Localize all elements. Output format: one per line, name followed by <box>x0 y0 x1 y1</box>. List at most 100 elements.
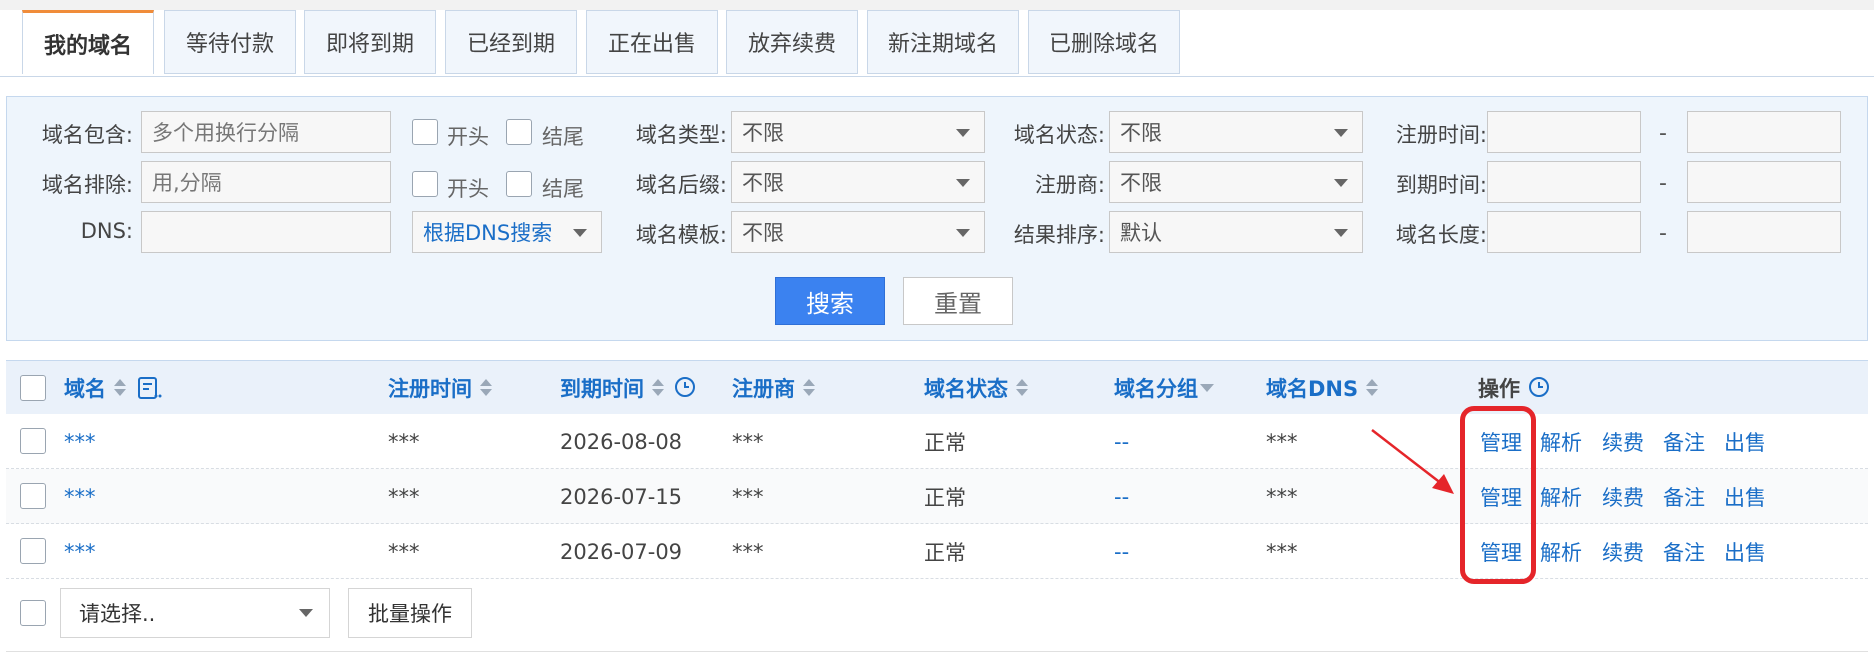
registrar-cell: *** <box>732 484 764 509</box>
batch-action-select[interactable]: 请选择.. <box>60 588 330 638</box>
starts-with-label-2: 开头 <box>447 177 489 201</box>
exp-time-start-input[interactable] <box>1487 161 1641 203</box>
length-min-input[interactable] <box>1487 211 1641 253</box>
dns-resolve-link[interactable]: 解析 <box>1540 469 1582 524</box>
remark-link[interactable]: 备注 <box>1663 524 1705 579</box>
exp-time-label: 到期时间: <box>1395 173 1487 197</box>
batch-bar: 请选择.. 批量操作 <box>6 578 1868 652</box>
length-max-input[interactable] <box>1687 211 1841 253</box>
tab-pending-payment[interactable]: 等待付款 <box>164 10 296 74</box>
reg-time-cell: *** <box>388 539 420 564</box>
status-label: 域名状态: <box>1013 123 1105 147</box>
reg-time-cell: *** <box>388 429 420 454</box>
column-group[interactable]: 域名分组 <box>1114 361 1214 415</box>
status-cell: 正常 <box>924 540 966 565</box>
reg-time-end-input[interactable] <box>1687 111 1841 153</box>
search-button[interactable]: 搜索 <box>775 277 885 325</box>
chevron-down-icon <box>1334 179 1348 187</box>
column-exp-time[interactable]: 到期时间 <box>560 361 698 415</box>
renew-link[interactable]: 续费 <box>1602 524 1644 579</box>
sell-link[interactable]: 出售 <box>1724 524 1766 579</box>
starts-with-checkbox-2[interactable] <box>412 171 438 197</box>
select-all-checkbox[interactable] <box>20 375 46 401</box>
renew-link[interactable]: 续费 <box>1602 414 1644 469</box>
footer-select-all-checkbox[interactable] <box>20 600 46 626</box>
range-separator: - <box>1659 171 1667 196</box>
domain-name-link[interactable]: *** <box>64 524 96 579</box>
dns-resolve-link[interactable]: 解析 <box>1540 524 1582 579</box>
sort-icon <box>480 379 492 397</box>
domain-suffix-value: 不限 <box>742 171 784 195</box>
remark-link[interactable]: 备注 <box>1663 469 1705 524</box>
range-separator: - <box>1659 121 1667 146</box>
registrar-label: 注册商: <box>1034 173 1105 197</box>
domain-type-select[interactable]: 不限 <box>731 111 985 153</box>
group-cell[interactable]: -- <box>1114 524 1129 579</box>
edit-note-icon[interactable] <box>136 375 162 401</box>
tab-for-sale[interactable]: 正在出售 <box>586 10 718 74</box>
exp-time-cell: 2026-07-15 <box>560 484 683 509</box>
dns-input[interactable] <box>141 211 391 253</box>
group-cell[interactable]: -- <box>1114 469 1129 524</box>
annotation-arrow-icon <box>1371 429 1454 494</box>
ends-with-checkbox-2[interactable] <box>506 171 532 197</box>
sell-link[interactable]: 出售 <box>1724 414 1766 469</box>
sort-select[interactable]: 默认 <box>1109 211 1363 253</box>
tab-expired[interactable]: 已经到期 <box>445 10 577 74</box>
registrar-select[interactable]: 不限 <box>1109 161 1363 203</box>
renew-link[interactable]: 续费 <box>1602 469 1644 524</box>
batch-action-value: 请选择.. <box>79 602 156 626</box>
domain-status-select[interactable]: 不限 <box>1109 111 1363 153</box>
exclude-label: 域名排除: <box>41 173 133 197</box>
dns-search-mode-select[interactable]: 根据DNS搜索 <box>412 211 602 253</box>
row-checkbox[interactable] <box>20 483 46 509</box>
sort-label: 结果排序: <box>1013 223 1105 247</box>
domain-include-input[interactable]: 多个用换行分隔 <box>141 111 391 153</box>
top-strip <box>0 0 1874 10</box>
remark-link[interactable]: 备注 <box>1663 414 1705 469</box>
tab-my-domains[interactable]: 我的域名 <box>22 10 154 74</box>
dns-cell: *** <box>1266 539 1298 564</box>
status-cell: 正常 <box>924 430 966 455</box>
sort-icon <box>1016 379 1028 397</box>
domain-suffix-select[interactable]: 不限 <box>731 161 985 203</box>
column-reg-time[interactable]: 注册时间 <box>388 361 492 415</box>
column-domain[interactable]: 域名 <box>64 361 162 415</box>
reg-time-start-input[interactable] <box>1487 111 1641 153</box>
domain-exclude-input[interactable]: 用,分隔 <box>141 161 391 203</box>
column-status[interactable]: 域名状态 <box>924 361 1028 415</box>
registrar-cell: *** <box>732 429 764 454</box>
row-checkbox[interactable] <box>20 428 46 454</box>
chevron-down-icon <box>956 179 970 187</box>
column-dns[interactable]: 域名DNS <box>1266 361 1379 415</box>
column-registrar[interactable]: 注册商 <box>732 361 815 415</box>
status-cell: 正常 <box>924 485 966 510</box>
chevron-down-icon <box>299 609 313 617</box>
starts-with-checkbox-1[interactable] <box>412 119 438 145</box>
row-checkbox[interactable] <box>20 538 46 564</box>
tab-new-registration[interactable]: 新注期域名 <box>867 10 1019 74</box>
domain-name-link[interactable]: *** <box>64 414 96 469</box>
batch-operation-button[interactable]: 批量操作 <box>348 588 472 638</box>
clock-refresh-icon[interactable] <box>674 376 698 400</box>
ends-with-checkbox-1[interactable] <box>506 119 532 145</box>
tab-abandoned-renewal[interactable]: 放弃续费 <box>726 10 858 74</box>
dns-resolve-link[interactable]: 解析 <box>1540 414 1582 469</box>
table-row: *** *** 2026-07-09 *** 正常 -- *** 管理 解析 续… <box>6 524 1868 579</box>
group-cell[interactable]: -- <box>1114 414 1129 469</box>
reset-button[interactable]: 重置 <box>903 277 1013 325</box>
exp-time-end-input[interactable] <box>1687 161 1841 203</box>
clock-refresh-icon[interactable] <box>1528 376 1552 400</box>
tabs-divider <box>0 76 1874 77</box>
tab-deleted-domains[interactable]: 已删除域名 <box>1028 10 1180 74</box>
chevron-down-icon <box>1334 129 1348 137</box>
tab-expiring-soon[interactable]: 即将到期 <box>304 10 436 74</box>
domain-template-select[interactable]: 不限 <box>731 211 985 253</box>
domain-type-value: 不限 <box>742 121 784 145</box>
suffix-label: 域名后缀: <box>635 173 727 197</box>
include-label: 域名包含: <box>41 123 133 147</box>
ends-with-label-1: 结尾 <box>542 125 584 149</box>
domain-name-link[interactable]: *** <box>64 469 96 524</box>
sell-link[interactable]: 出售 <box>1724 469 1766 524</box>
chevron-down-icon <box>1334 229 1348 237</box>
